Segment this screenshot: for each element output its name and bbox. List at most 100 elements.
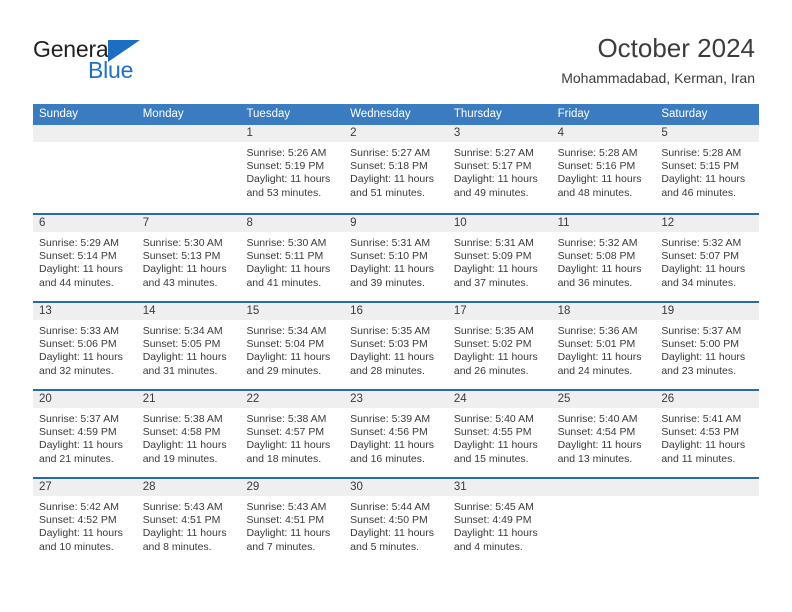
daylight-text-line2: and 19 minutes.: [142, 452, 218, 465]
day-cell[interactable]: 14 Sunrise: 5:34 AM Sunset: 5:05 PM Dayl…: [136, 303, 241, 389]
daylight-text-line1: Daylight: 11 hours: [350, 173, 435, 186]
day-cell[interactable]: 8 Sunrise: 5:30 AM Sunset: 5:11 PM Dayli…: [240, 215, 345, 301]
sunset-text: Sunset: 4:49 PM: [453, 514, 532, 527]
sunrise-text: Sunrise: 5:38 AM: [246, 413, 327, 425]
day-cell[interactable]: 25 Sunrise: 5:40 AM Sunset: 4:54 PM Dayl…: [551, 391, 656, 477]
daylight-text-line2: and 24 minutes.: [557, 364, 633, 377]
day-details: Sunrise: 5:30 AM Sunset: 5:13 PM Dayligh…: [137, 232, 241, 290]
sunrise-text: Sunrise: 5:26 AM: [246, 147, 327, 159]
daylight-text-line2: and 16 minutes.: [350, 452, 425, 465]
daylight-text-line2: and 46 minutes.: [661, 186, 737, 199]
daylight-text-line1: Daylight: 11 hours: [557, 439, 642, 452]
day-cell[interactable]: 3 Sunrise: 5:27 AM Sunset: 5:17 PM Dayli…: [447, 125, 552, 213]
sunset-text: Sunset: 4:54 PM: [557, 426, 636, 439]
day-cell[interactable]: 7 Sunrise: 5:30 AM Sunset: 5:13 PM Dayli…: [136, 215, 241, 301]
day-cell[interactable]: 30 Sunrise: 5:44 AM Sunset: 4:50 PM Dayl…: [344, 479, 448, 565]
general-blue-logo[interactable]: General Blue: [33, 36, 233, 84]
day-details: Sunrise: 5:38 AM Sunset: 4:58 PM Dayligh…: [137, 408, 241, 466]
page-header: General Blue October 2024 Mohammadabad, …: [0, 0, 792, 100]
sunrise-text: Sunrise: 5:42 AM: [39, 501, 119, 513]
daylight-text-line2: and 53 minutes.: [246, 186, 322, 199]
day-cell[interactable]: 16 Sunrise: 5:35 AM Sunset: 5:03 PM Dayl…: [344, 303, 448, 389]
daylight-text-line1: Daylight: 11 hours: [557, 351, 642, 364]
sunset-text: Sunset: 5:13 PM: [142, 250, 221, 263]
daylight-text-line1: Daylight: 11 hours: [39, 527, 123, 540]
day-details: Sunrise: 5:28 AM Sunset: 5:16 PM Dayligh…: [552, 142, 656, 200]
sunrise-text: Sunrise: 5:31 AM: [453, 237, 534, 249]
day-cell[interactable]: 13 Sunrise: 5:33 AM Sunset: 5:06 PM Dayl…: [33, 303, 137, 389]
daylight-text-line2: and 28 minutes.: [350, 364, 425, 377]
daylight-text-line2: and 51 minutes.: [350, 186, 425, 199]
sunset-text: Sunset: 5:10 PM: [350, 250, 428, 263]
day-cell[interactable]: 29 Sunrise: 5:43 AM Sunset: 4:51 PM Dayl…: [240, 479, 345, 565]
daylight-text-line1: Daylight: 11 hours: [246, 351, 331, 364]
day-cell[interactable]: 2 Sunrise: 5:27 AM Sunset: 5:18 PM Dayli…: [344, 125, 448, 213]
daylight-text-line1: Daylight: 11 hours: [453, 263, 538, 276]
day-cell[interactable]: 6 Sunrise: 5:29 AM Sunset: 5:14 PM Dayli…: [33, 215, 137, 301]
day-cell[interactable]: 18 Sunrise: 5:36 AM Sunset: 5:01 PM Dayl…: [551, 303, 656, 389]
sunset-text: Sunset: 5:00 PM: [661, 338, 739, 351]
day-number: 6: [33, 215, 137, 232]
day-number: 18: [551, 303, 656, 320]
daylight-text-line1: Daylight: 11 hours: [661, 173, 746, 186]
day-cell[interactable]: 27 Sunrise: 5:42 AM Sunset: 4:52 PM Dayl…: [33, 479, 137, 565]
day-cell[interactable]: 19 Sunrise: 5:37 AM Sunset: 5:00 PM Dayl…: [655, 303, 760, 389]
day-details: Sunrise: 5:37 AM Sunset: 5:00 PM Dayligh…: [655, 320, 759, 378]
sunset-text: Sunset: 4:58 PM: [142, 426, 221, 439]
daylight-text-line1: Daylight: 11 hours: [246, 439, 331, 452]
day-number: 23: [344, 391, 448, 408]
day-cell[interactable]: 23 Sunrise: 5:39 AM Sunset: 4:56 PM Dayl…: [344, 391, 448, 477]
day-cell[interactable]: 9 Sunrise: 5:31 AM Sunset: 5:10 PM Dayli…: [344, 215, 448, 301]
day-cell[interactable]: 17 Sunrise: 5:35 AM Sunset: 5:02 PM Dayl…: [447, 303, 552, 389]
daylight-text-line2: and 48 minutes.: [557, 186, 633, 199]
sunset-text: Sunset: 5:18 PM: [350, 160, 428, 173]
sunrise-text: Sunrise: 5:30 AM: [142, 237, 223, 249]
day-cell[interactable]: 10 Sunrise: 5:31 AM Sunset: 5:09 PM Dayl…: [447, 215, 552, 301]
day-cell[interactable]: 24 Sunrise: 5:40 AM Sunset: 4:55 PM Dayl…: [447, 391, 552, 477]
sunrise-text: Sunrise: 5:27 AM: [453, 147, 534, 159]
day-cell[interactable]: 26 Sunrise: 5:41 AM Sunset: 4:53 PM Dayl…: [655, 391, 760, 477]
daylight-text-line1: Daylight: 11 hours: [350, 351, 435, 364]
sunset-text: Sunset: 5:08 PM: [557, 250, 636, 263]
day-cell[interactable]: 21 Sunrise: 5:38 AM Sunset: 4:58 PM Dayl…: [136, 391, 241, 477]
day-cell[interactable]: 20 Sunrise: 5:37 AM Sunset: 4:59 PM Dayl…: [33, 391, 137, 477]
day-number: 22: [240, 391, 345, 408]
day-cell[interactable]: 12 Sunrise: 5:32 AM Sunset: 5:07 PM Dayl…: [655, 215, 760, 301]
day-number: 4: [551, 125, 656, 142]
day-cell[interactable]: 4 Sunrise: 5:28 AM Sunset: 5:16 PM Dayli…: [551, 125, 656, 213]
day-details: Sunrise: 5:45 AM Sunset: 4:49 PM Dayligh…: [448, 496, 552, 554]
sunrise-text: Sunrise: 5:35 AM: [453, 325, 534, 337]
day-cell[interactable]: 5 Sunrise: 5:28 AM Sunset: 5:15 PM Dayli…: [655, 125, 760, 213]
day-cell[interactable]: 1 Sunrise: 5:26 AM Sunset: 5:19 PM Dayli…: [240, 125, 345, 213]
day-number: [33, 125, 137, 142]
day-cell[interactable]: 15 Sunrise: 5:34 AM Sunset: 5:04 PM Dayl…: [240, 303, 345, 389]
sunset-text: Sunset: 5:02 PM: [453, 338, 532, 351]
sunset-text: Sunset: 4:59 PM: [39, 426, 117, 439]
weekday-header-wednesday: Wednesday: [350, 108, 411, 120]
day-cell[interactable]: 22 Sunrise: 5:38 AM Sunset: 4:57 PM Dayl…: [240, 391, 345, 477]
day-number: 10: [447, 215, 552, 232]
day-cell[interactable]: 11 Sunrise: 5:32 AM Sunset: 5:08 PM Dayl…: [551, 215, 656, 301]
day-details: Sunrise: 5:34 AM Sunset: 5:05 PM Dayligh…: [137, 320, 241, 378]
sunrise-text: Sunrise: 5:29 AM: [39, 237, 119, 249]
day-cell[interactable]: 31 Sunrise: 5:45 AM Sunset: 4:49 PM Dayl…: [447, 479, 552, 565]
day-cell[interactable]: 28 Sunrise: 5:43 AM Sunset: 4:51 PM Dayl…: [136, 479, 241, 565]
sunrise-text: Sunrise: 5:28 AM: [557, 147, 638, 159]
day-number: 5: [655, 125, 760, 142]
day-number: 12: [655, 215, 760, 232]
day-number: [551, 479, 656, 496]
day-details: Sunrise: 5:31 AM Sunset: 5:10 PM Dayligh…: [344, 232, 448, 290]
sunset-text: Sunset: 4:50 PM: [350, 514, 428, 527]
daylight-text-line2: and 26 minutes.: [453, 364, 529, 377]
day-number: 1: [240, 125, 345, 142]
sunset-text: Sunset: 4:51 PM: [246, 514, 325, 527]
sunset-text: Sunset: 5:17 PM: [453, 160, 532, 173]
sunrise-text: Sunrise: 5:36 AM: [557, 325, 638, 337]
daylight-text-line1: Daylight: 11 hours: [246, 527, 331, 540]
daylight-text-line2: and 4 minutes.: [453, 540, 523, 553]
daylight-text-line1: Daylight: 11 hours: [142, 351, 227, 364]
daylight-text-line2: and 39 minutes.: [350, 276, 425, 289]
weekday-header-friday: Friday: [557, 108, 590, 120]
sunset-text: Sunset: 5:14 PM: [39, 250, 117, 263]
day-details: Sunrise: 5:43 AM Sunset: 4:51 PM Dayligh…: [137, 496, 241, 554]
